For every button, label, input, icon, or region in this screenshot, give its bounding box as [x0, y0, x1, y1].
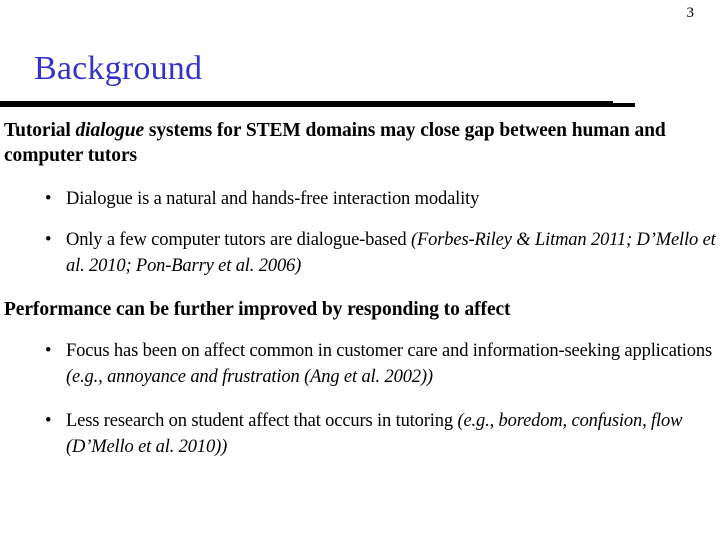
list-item-text: Only a few computer tutors are dialogue-…	[66, 230, 411, 250]
lead-statement-1-part1: Tutorial	[4, 120, 76, 141]
list-item: • Only a few computer tutors are dialogue…	[0, 227, 720, 279]
bullet-dot-icon: •	[45, 230, 52, 250]
bullet-dot-icon: •	[45, 189, 52, 209]
lead-statement-2: Performance can be further improved by r…	[0, 297, 720, 322]
bullet-dot-icon: •	[45, 411, 52, 431]
title-divider-tail	[611, 103, 635, 107]
slide-body: Tutorial dialogue systems for STEM domai…	[0, 118, 720, 460]
list-item: • Less research on student affect that oc…	[0, 408, 720, 460]
lead-statement-2-part1: Performance can be further improved by r…	[4, 299, 511, 320]
list-item-citation: (e.g., annoyance and frustration (Ang et…	[66, 367, 433, 387]
lead-statement-1: Tutorial dialogue systems for STEM domai…	[0, 118, 720, 168]
bullet-dot-icon: •	[45, 341, 52, 361]
list-item-text: Focus has been on affect common in custo…	[66, 341, 713, 361]
list-item-text: Less research on student affect that occ…	[66, 411, 458, 431]
list-item: • Focus has been on affect common in cust…	[0, 338, 720, 390]
lead-statement-1-emphasis: dialogue	[75, 120, 145, 141]
list-item: • Dialogue is a natural and hands-free in…	[0, 186, 720, 212]
title-divider	[0, 101, 613, 107]
slide: 3 Background Tutorial dialogue systems f…	[0, 0, 720, 540]
page-title: Background	[34, 50, 203, 87]
slide-number: 3	[686, 5, 695, 21]
list-item-text: Dialogue is a natural and hands-free int…	[66, 189, 480, 209]
bullet-list-1: • Dialogue is a natural and hands-free in…	[0, 186, 720, 279]
bullet-list-2: • Focus has been on affect common in cust…	[0, 338, 720, 460]
